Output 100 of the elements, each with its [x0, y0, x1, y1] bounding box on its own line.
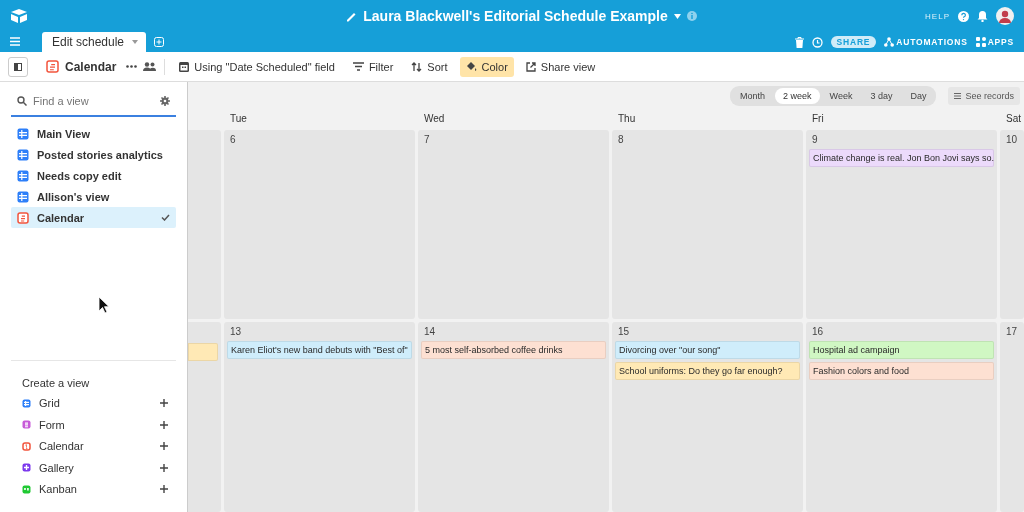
weekday-label: Thu — [617, 112, 637, 124]
mouse-pointer-icon — [98, 296, 110, 314]
date-number: 10 — [1005, 133, 1019, 146]
day-cell[interactable]: 16 Hospital ad campaign Fashion colors and food — [806, 322, 997, 512]
calendar-icon — [17, 211, 29, 224]
view-item[interactable]: Posted stories analytics — [11, 144, 176, 165]
view-item[interactable]: Calendar — [11, 207, 176, 228]
more-icon[interactable] — [126, 65, 138, 68]
trash-icon[interactable] — [794, 36, 804, 48]
view-mode-tab[interactable]: 3 day — [862, 87, 901, 104]
grid-icon — [22, 398, 31, 408]
view-item[interactable]: Needs copy edit — [11, 165, 176, 186]
list-icon — [954, 92, 962, 99]
weekday-label: Fri — [811, 112, 825, 124]
kanban-icon — [22, 484, 31, 494]
table-tab[interactable]: Edit schedule — [42, 32, 147, 52]
grid-icon — [17, 169, 29, 182]
color-button[interactable]: Color — [459, 56, 514, 77]
calendar-icon — [179, 61, 190, 72]
date-number: 9 — [811, 133, 819, 146]
calendar-icon — [46, 60, 59, 73]
create-view-item[interactable]: Kanban — [11, 478, 176, 500]
calendar-icon — [22, 441, 31, 451]
nodes-icon — [884, 37, 895, 47]
event-chip[interactable]: 5 most self-absorbed coffee drinks — [421, 341, 606, 359]
day-cell[interactable]: 8 — [612, 130, 803, 319]
form-icon — [22, 420, 31, 430]
caret-icon[interactable] — [673, 13, 681, 19]
date-number: 16 — [811, 325, 825, 338]
date-number: 7 — [423, 133, 431, 146]
create-view-item[interactable]: Form — [11, 414, 176, 436]
create-view-item[interactable]: Calendar — [11, 435, 176, 457]
day-cell[interactable]: 6 — [224, 130, 415, 319]
share-button[interactable]: Share view — [519, 56, 602, 77]
sort-button[interactable]: Sort — [405, 56, 454, 77]
avatar-icon[interactable] — [996, 7, 1014, 25]
day-cell[interactable]: 17 — [1000, 322, 1024, 512]
event-chip[interactable]: School uniforms: Do they go far enough? — [615, 362, 800, 380]
event-chip[interactable]: Hospital ad campaign — [809, 341, 994, 359]
search-icon — [17, 96, 27, 106]
date-number: 6 — [229, 133, 237, 146]
gallery-icon — [22, 463, 31, 473]
date-number: 15 — [617, 325, 631, 338]
day-cell[interactable]: 10 — [1000, 130, 1024, 319]
date-number: 17 — [1005, 325, 1019, 338]
weekday-label: Sat — [1005, 112, 1022, 124]
date-field-button[interactable]: Using "Date Scheduled" field — [173, 56, 341, 77]
create-view-item[interactable]: Gallery — [11, 457, 176, 479]
view-name[interactable]: Calendar — [65, 59, 117, 74]
date-number: 8 — [617, 133, 625, 146]
info-icon[interactable] — [686, 11, 697, 21]
add-icon[interactable] — [154, 37, 165, 47]
sort-icon — [411, 61, 423, 72]
day-cell[interactable]: 13 Karen Eliot's new band debuts with "Best of" — [224, 322, 415, 512]
grid-icon — [17, 190, 29, 203]
plus-icon — [160, 463, 168, 472]
sidebar-toggle-button[interactable] — [8, 56, 28, 77]
view-item[interactable]: Main View — [11, 123, 176, 144]
caret-icon — [132, 40, 139, 44]
plus-icon — [160, 420, 168, 429]
logo-icon[interactable] — [10, 8, 28, 24]
share-icon — [525, 61, 536, 72]
grid-icon — [17, 148, 29, 161]
create-view-item[interactable]: Grid — [11, 392, 176, 414]
view-item[interactable]: Allison's view — [11, 186, 176, 207]
event-chip[interactable]: Divorcing over "our song" — [615, 341, 800, 359]
plus-icon — [160, 399, 168, 408]
plus-icon — [160, 485, 168, 494]
event-chip[interactable]: Fashion colors and food — [809, 362, 994, 380]
day-cell[interactable] — [188, 322, 221, 512]
section-heading: Create a view — [21, 376, 91, 389]
filter-icon — [352, 62, 364, 71]
event-chip[interactable]: Climate change is real. Jon Bon Jovi says so. — [809, 149, 994, 167]
menu-icon[interactable] — [10, 37, 20, 46]
view-mode-tab[interactable]: Week — [821, 87, 861, 104]
day-cell[interactable]: 15 Divorcing over "our song" School uniforms: Do they go far enough? — [612, 322, 803, 512]
view-mode-tab[interactable]: 2 week — [775, 87, 820, 104]
filter-button[interactable]: Filter — [346, 56, 400, 77]
check-icon — [161, 214, 170, 221]
help-icon[interactable] — [958, 10, 969, 22]
people-icon[interactable] — [143, 62, 157, 71]
grid-icon — [17, 127, 29, 140]
day-cell[interactable]: 7 — [418, 130, 609, 319]
day-cell[interactable]: 9 Climate change is real. Jon Bon Jovi says so. — [806, 130, 997, 319]
see-records-button[interactable]: See records — [948, 86, 1020, 105]
pencil-icon — [345, 10, 358, 22]
weekday-label: Wed — [423, 112, 446, 124]
view-mode-tab[interactable]: Month — [732, 87, 774, 104]
date-number: 14 — [423, 325, 437, 338]
weekday-label: Tue — [229, 112, 248, 124]
apps-icon — [975, 37, 986, 47]
event-chip[interactable]: Karen Eliot's new band debuts with "Best of" — [227, 341, 412, 359]
settings-icon[interactable] — [160, 96, 170, 106]
plus-icon — [160, 442, 168, 451]
bell-icon[interactable] — [977, 10, 988, 22]
view-mode-tab[interactable]: Day — [902, 87, 935, 104]
history-icon[interactable] — [811, 36, 823, 48]
date-number: 13 — [229, 325, 243, 338]
day-cell[interactable] — [188, 130, 221, 319]
day-cell[interactable]: 14 5 most self-absorbed coffee drinks — [418, 322, 609, 512]
